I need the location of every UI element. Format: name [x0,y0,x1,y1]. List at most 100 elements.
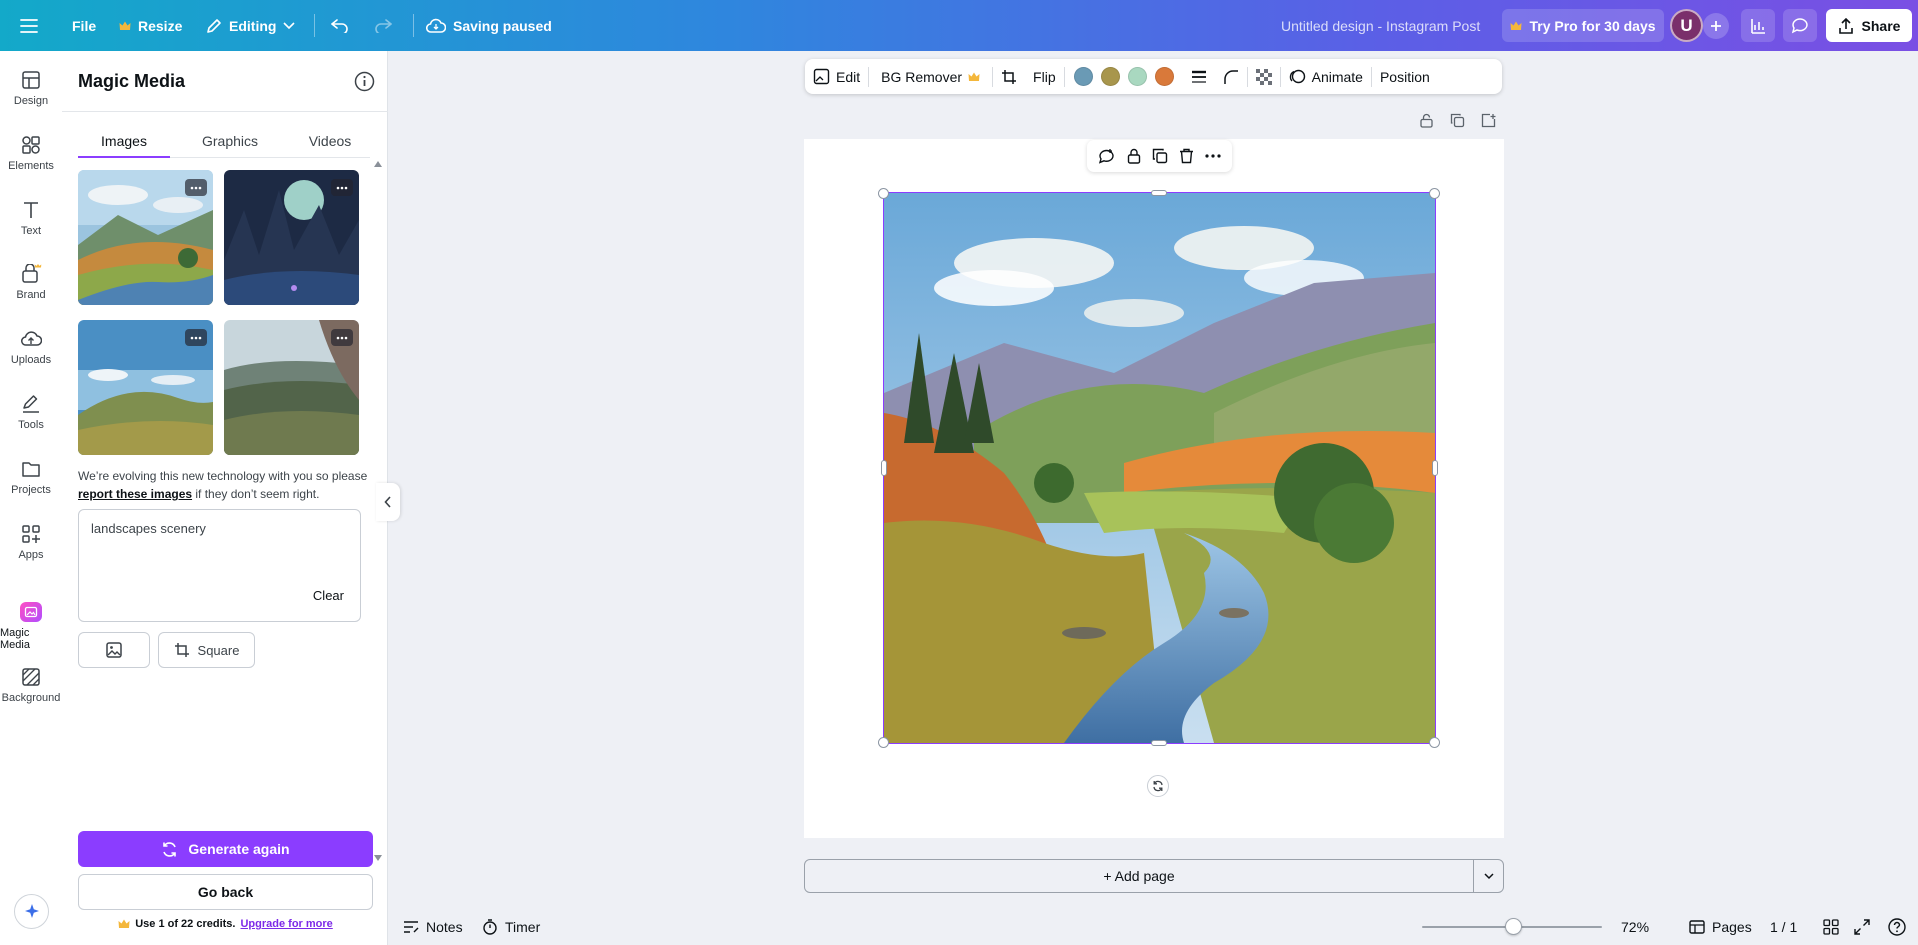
add-page-icon[interactable] [1481,113,1496,128]
edit-image-button[interactable]: Edit [805,59,868,94]
folder-icon [22,462,40,477]
try-pro-button[interactable]: Try Pro for 30 days [1502,9,1664,42]
rail-item-elements[interactable]: Elements [0,124,62,184]
position-button[interactable]: Position [1372,59,1438,94]
saving-status[interactable]: Saving paused [426,0,552,51]
report-images-link[interactable]: report these images [78,487,192,501]
editing-mode-button[interactable]: Editing [206,0,296,51]
notes-button[interactable]: Notes [403,908,463,945]
grid-view-button[interactable] [1823,919,1839,935]
design-title[interactable]: Untitled design - Instagram Post [1281,0,1480,51]
reference-image-button[interactable] [78,632,150,668]
shapes-icon [22,136,40,154]
rail-item-apps[interactable]: Apps [0,513,62,573]
duplicate-page-icon[interactable] [1450,113,1465,128]
go-back-button[interactable]: Go back [78,874,373,910]
corner-rounding-button[interactable] [1215,59,1247,94]
avatar[interactable]: U [1670,9,1703,42]
tab-videos[interactable]: Videos [290,123,370,158]
info-button[interactable] [354,71,375,92]
bar-chart-icon [1751,18,1765,34]
bg-remover-button[interactable]: BG Remover [869,59,992,94]
color-swatch[interactable] [1127,67,1147,86]
credits-info: Use 1 of 22 credits. Upgrade for more [78,918,373,930]
transparency-button[interactable] [1248,59,1280,94]
upgrade-link[interactable]: Upgrade for more [240,918,332,930]
resize-handle-right[interactable] [1432,460,1438,476]
lock-page-icon[interactable] [1419,113,1434,128]
resize-handle-bottom[interactable] [1151,740,1167,746]
resize-handle-bottom-right[interactable] [1429,737,1440,748]
thumb-more-button[interactable] [185,329,207,346]
zoom-slider-thumb[interactable] [1504,918,1522,935]
redo-button[interactable] [374,0,392,51]
pages-button[interactable]: Pages [1689,908,1752,945]
fullscreen-button[interactable] [1854,919,1870,935]
add-page-button[interactable]: + Add page [804,859,1474,893]
generate-again-button[interactable]: Generate again [78,831,373,867]
resize-handle-top[interactable] [1151,190,1167,196]
generated-image-thumb[interactable] [78,320,213,455]
comments-button[interactable] [1783,9,1817,42]
selected-landscape-image[interactable] [883,192,1436,744]
resize-handle-bottom-left[interactable] [878,737,889,748]
rail-item-projects[interactable]: Projects [0,448,62,508]
add-page-options-button[interactable] [1473,859,1504,893]
trash-icon[interactable] [1179,148,1194,164]
thumb-more-button[interactable] [185,179,207,196]
animate-label: Animate [1311,68,1363,85]
flip-button[interactable]: Flip [1025,59,1064,94]
insights-button[interactable] [1741,9,1775,42]
color-swatch[interactable] [1100,67,1120,86]
resize-button[interactable]: Resize [119,0,182,51]
tab-images[interactable]: Images [78,123,170,158]
help-button[interactable] [1888,918,1906,936]
magic-assistant-button[interactable] [14,894,49,929]
tab-graphics-label: Graphics [201,132,259,149]
text-icon [24,202,38,218]
file-menu-button[interactable]: File [72,0,96,51]
undo-button[interactable] [331,0,349,51]
resize-handle-top-right[interactable] [1429,188,1440,199]
timer-button[interactable]: Timer [482,908,540,945]
thumb-more-button[interactable] [331,179,353,196]
animate-button[interactable]: Animate [1281,59,1371,94]
rotate-handle[interactable] [1147,775,1169,797]
menu-button[interactable] [20,0,38,51]
avatar-initial: U [1680,15,1693,35]
chevron-down-icon [283,21,296,29]
aspect-ratio-button[interactable]: Square [158,632,255,668]
resize-handle-left[interactable] [881,460,887,476]
rail-item-design[interactable]: Design [0,59,62,119]
duplicate-icon[interactable] [1152,148,1168,164]
tab-graphics[interactable]: Graphics [184,123,276,158]
clear-button[interactable]: Clear [313,588,344,603]
lock-icon[interactable] [1126,148,1142,164]
generated-image-thumb[interactable] [224,170,359,305]
rail-label: Projects [11,484,51,496]
generated-image-thumb[interactable] [224,320,359,455]
rail-item-brand[interactable]: Brand [0,253,62,313]
rail-item-background[interactable]: Background [0,656,62,716]
rail-item-uploads[interactable]: Uploads [0,318,62,378]
border-style-button[interactable] [1183,59,1215,94]
crop-button[interactable] [993,59,1025,94]
zoom-percent[interactable]: 72% [1621,908,1649,945]
rail-item-magic-media[interactable]: Magic Media [0,591,62,651]
color-swatch[interactable] [1154,67,1174,86]
collapse-panel-button[interactable] [376,483,400,521]
comment-add-icon[interactable] [1098,148,1115,165]
thumb-more-button[interactable] [331,329,353,346]
resize-handle-top-left[interactable] [878,188,889,199]
credits-text: Use 1 of 22 credits. [135,918,236,930]
more-horizontal-icon[interactable] [1205,154,1221,158]
more-dots-icon [190,336,202,339]
rail-item-tools[interactable]: Tools [0,383,62,443]
color-swatch[interactable] [1073,67,1093,86]
rail-item-text[interactable]: Text [0,189,62,249]
add-collaborator-button[interactable] [1703,13,1729,39]
layout-icon [22,71,40,89]
share-button[interactable]: Share [1826,9,1912,42]
prompt-textarea[interactable]: landscapes scenery Clear [78,509,361,622]
generated-image-thumb[interactable] [78,170,213,305]
